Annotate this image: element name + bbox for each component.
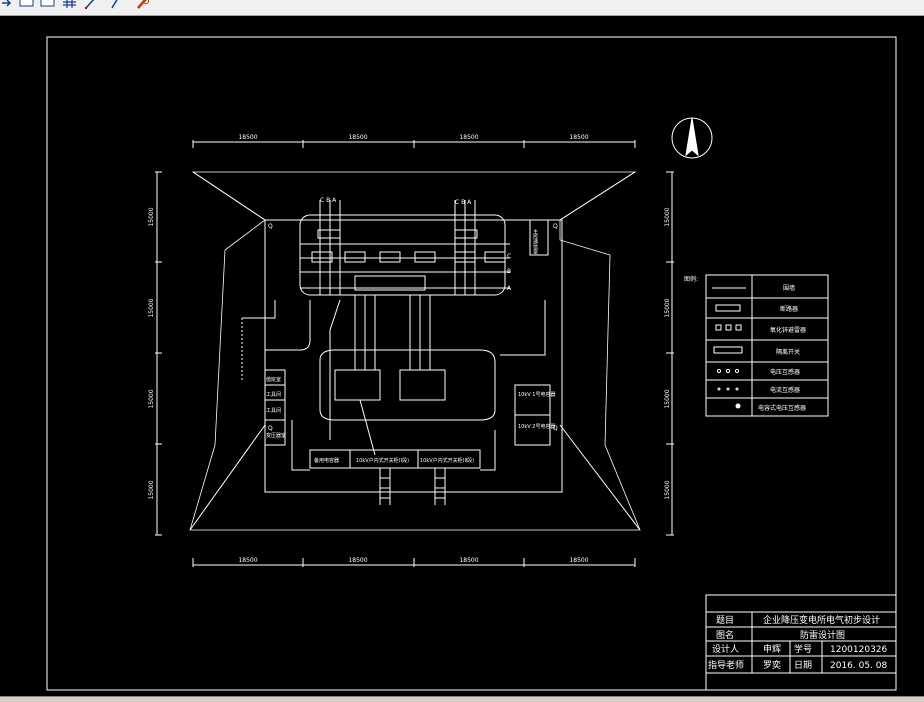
toolbar bbox=[0, 0, 924, 16]
pen-icon[interactable] bbox=[111, 0, 118, 9]
legend-table bbox=[705, 274, 829, 417]
tb-label-student-id: 学号 bbox=[794, 643, 812, 655]
legend-labels: 图例: 围墙 断路器 氧化锌避雷器 隔离开关 电压互感器 电流互感器 电容式电压… bbox=[684, 275, 806, 412]
legend-label-fence: 围墙 bbox=[783, 284, 795, 292]
dim-top-3: 18500 bbox=[459, 134, 478, 141]
tb-value-designer: 申辉 bbox=[763, 643, 781, 655]
dim-right-3: 15000 bbox=[664, 389, 671, 408]
status-bar bbox=[0, 696, 924, 702]
arrow-icon[interactable] bbox=[2, 0, 12, 7]
phase-labels-left: C B A bbox=[320, 197, 337, 204]
tb-label-advisor: 指导老师 bbox=[708, 659, 744, 671]
dim-left-3: 15000 bbox=[148, 389, 155, 408]
dim-left-1: 15000 bbox=[148, 207, 155, 226]
phase-labels-right: C B A bbox=[455, 199, 472, 206]
dim-bottom-3: 18500 bbox=[459, 557, 478, 564]
lightning-rod-label: Q bbox=[268, 425, 273, 432]
legend-label-ct: 电流互感器 bbox=[770, 386, 800, 394]
room-capacitor-1: 10kV 1号电容器 bbox=[518, 391, 555, 398]
dim-top-2: 18500 bbox=[348, 134, 367, 141]
tb-label-date: 日期 bbox=[794, 660, 812, 671]
tb-value-student-id: 1200120326 bbox=[830, 645, 888, 655]
room-tool-2: 工具间 bbox=[266, 407, 281, 414]
tb-value-drawing: 防雷设计图 bbox=[800, 629, 845, 641]
drawing-canvas[interactable]: 18500 18500 18500 18500 18500 18500 1850… bbox=[0, 16, 924, 696]
toolbar-icons bbox=[2, 0, 149, 10]
legend-label-breaker: 断路器 bbox=[780, 305, 798, 313]
room-transformer: 变压器室 bbox=[266, 432, 286, 439]
dim-right-2: 15000 bbox=[664, 298, 671, 317]
tb-label-designer: 设计人 bbox=[712, 643, 739, 655]
room-control: 主控通信室 bbox=[532, 228, 538, 254]
dim-bottom-1: 18500 bbox=[238, 557, 257, 564]
legend-label-isolator: 隔离开关 bbox=[776, 348, 800, 356]
room-tool: 工具间 bbox=[266, 391, 281, 398]
lightning-rod-label: Q bbox=[553, 223, 558, 230]
legend-label-cvt: 电容式电压互感器 bbox=[758, 404, 806, 412]
dim-top-1: 18500 bbox=[238, 134, 257, 141]
title-block-text: 题目 企业降压变电所电气初步设计 图名 防雷设计图 设计人 申辉 学号 1200… bbox=[708, 614, 888, 671]
pen-icon[interactable] bbox=[84, 0, 95, 10]
title-block bbox=[705, 594, 897, 691]
room-switchgear-2: 10kV户内式开关柜(Ⅱ段) bbox=[420, 457, 474, 464]
dim-right-1: 15000 bbox=[664, 207, 671, 226]
tb-value-advisor: 罗奕 bbox=[763, 659, 781, 671]
wrench-icon[interactable] bbox=[137, 0, 149, 9]
dim-left-4: 15000 bbox=[148, 480, 155, 499]
grid-icon[interactable] bbox=[63, 0, 76, 8]
dim-bottom-2: 18500 bbox=[348, 557, 367, 564]
room-capacitor-spare: 备用电容器 bbox=[314, 457, 339, 464]
bus-label-c: C bbox=[507, 253, 511, 260]
room-capacitor-2: 10kV 2号电容器 bbox=[518, 423, 555, 430]
rectangle-icon[interactable] bbox=[19, 0, 34, 7]
legend-title: 图例: bbox=[684, 275, 698, 283]
room-labels: 主控通信室 值班室 工具间 工具间 变压器室 备用电容器 10kV户内式开关柜(… bbox=[266, 228, 555, 464]
dim-top-4: 18500 bbox=[569, 134, 588, 141]
dim-right-4: 15000 bbox=[664, 480, 671, 499]
bus-label-b: B bbox=[507, 268, 511, 275]
dim-left-2: 15000 bbox=[148, 298, 155, 317]
tb-value-date: 2016. 05. 08 bbox=[830, 661, 888, 671]
rectangle-icon[interactable] bbox=[40, 0, 55, 7]
dim-bottom-4: 18500 bbox=[569, 557, 588, 564]
cad-drawing: 18500 18500 18500 18500 18500 18500 1850… bbox=[46, 36, 897, 691]
legend-label-surge: 氧化锌避雷器 bbox=[770, 326, 806, 334]
room-duty: 值班室 bbox=[266, 376, 281, 383]
tb-label-topic: 题目 bbox=[716, 615, 734, 626]
lightning-rod-label: Q bbox=[268, 223, 273, 230]
tb-label-drawing: 图名 bbox=[716, 629, 734, 641]
room-switchgear-1: 10kV户内式开关柜(Ⅰ段) bbox=[356, 457, 409, 464]
bus-label-a: A bbox=[507, 285, 512, 292]
tb-value-topic: 企业降压变电所电气初步设计 bbox=[763, 614, 880, 626]
legend-label-vt: 电压互感器 bbox=[770, 368, 800, 376]
